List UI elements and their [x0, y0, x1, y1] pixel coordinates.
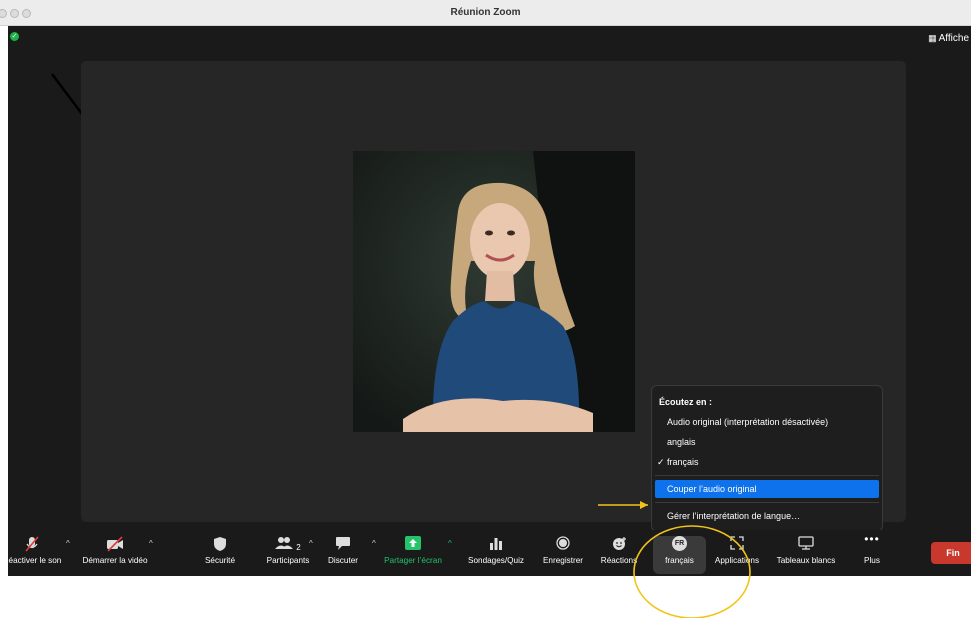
video-off-icon [76, 530, 154, 556]
globe-language-icon: FR [653, 530, 706, 556]
meeting-toolbar: Réactiver le son ^ Démarrer la vidéo ^ S… [3, 530, 971, 576]
menu-divider [655, 502, 879, 503]
whiteboard-icon [770, 530, 842, 556]
start-video-button[interactable]: Démarrer la vidéo [76, 530, 154, 576]
more-button[interactable]: ••• Plus [854, 530, 890, 576]
menu-item-label: anglais [667, 437, 696, 447]
share-screen-label: Partager l’écran [384, 556, 442, 565]
chat-label: Discuter [327, 556, 359, 565]
share-screen-button[interactable]: Partager l’écran [376, 530, 450, 576]
emoji-icon [594, 530, 644, 556]
unmute-button[interactable]: Réactiver le son [0, 530, 64, 576]
language-label: français [665, 556, 694, 565]
title-bar: Réunion Zoom [0, 0, 971, 26]
menu-item-label: Couper l’audio original [667, 484, 757, 494]
audio-options-caret-icon[interactable]: ^ [66, 539, 70, 548]
menu-header: Écoutez en : [659, 397, 713, 407]
menu-item-label: Gérer l’interprétation de langue… [667, 511, 801, 521]
menu-divider [655, 475, 879, 476]
participant-photo [353, 151, 635, 432]
participants-count: 2 [296, 543, 301, 552]
security-button[interactable]: Sécurité [196, 530, 244, 576]
share-caret-icon[interactable]: ^ [448, 539, 452, 548]
view-button[interactable]: ▦ Affiche [928, 33, 969, 44]
window-title: Réunion Zoom [450, 7, 521, 18]
menu-item-french[interactable]: ✓ français [652, 453, 882, 471]
poll-chart-icon [462, 530, 530, 556]
reactions-label: Réactions [600, 556, 638, 565]
record-icon [535, 530, 591, 556]
meeting-area: ✓ ▦ Affiche Écoutez en: Audio original … [8, 26, 971, 576]
apps-label: Applications [714, 556, 760, 565]
share-screen-icon [376, 530, 450, 556]
whiteboards-label: Tableaux blancs [776, 556, 836, 565]
polls-button[interactable]: Sondages/Quiz [462, 530, 530, 576]
language-interpretation-button[interactable]: FR français [653, 530, 706, 576]
participants-button[interactable]: 2 Participants [256, 530, 320, 576]
start-video-label: Démarrer la vidéo [82, 556, 148, 565]
menu-item-manage-interpretation[interactable]: Gérer l’interprétation de langue… [652, 507, 882, 525]
view-button-label: Affiche [938, 33, 969, 44]
menu-item-mute-original[interactable]: Couper l’audio original [655, 480, 879, 498]
menu-item-original-audio[interactable]: Audio original (interprétation désactivé… [652, 413, 882, 431]
more-dots-icon: ••• [864, 532, 880, 546]
whiteboards-button[interactable]: Tableaux blancs [770, 530, 842, 576]
language-menu: Écoutez en : Audio original (interprétat… [651, 385, 883, 532]
unmute-label: Réactiver le son [2, 556, 62, 565]
language-code: FR [672, 536, 687, 551]
more-label: Plus [864, 556, 880, 565]
participants-label: Participants [266, 556, 310, 565]
participants-caret-icon[interactable]: ^ [309, 539, 313, 548]
shield-icon [196, 530, 244, 556]
apps-button[interactable]: Applications [711, 530, 763, 576]
chat-bubble-icon [323, 530, 363, 556]
menu-item-english[interactable]: anglais [652, 433, 882, 451]
record-label: Enregistrer [542, 556, 584, 565]
check-icon: ✓ [657, 457, 665, 467]
end-meeting-button[interactable]: Fin [931, 542, 971, 564]
security-label: Sécurité [204, 556, 236, 565]
record-button[interactable]: Enregistrer [535, 530, 591, 576]
reactions-button[interactable]: Réactions [594, 530, 644, 576]
menu-item-label: Audio original (interprétation désactivé… [667, 417, 829, 427]
grid-icon: ▦ [928, 33, 937, 43]
apps-icon [711, 530, 763, 556]
muted-mic-icon [0, 530, 64, 556]
video-options-caret-icon[interactable]: ^ [149, 539, 153, 548]
chat-button[interactable]: Discuter [323, 530, 363, 576]
menu-item-label: français [667, 457, 699, 467]
polls-label: Sondages/Quiz [468, 556, 524, 565]
